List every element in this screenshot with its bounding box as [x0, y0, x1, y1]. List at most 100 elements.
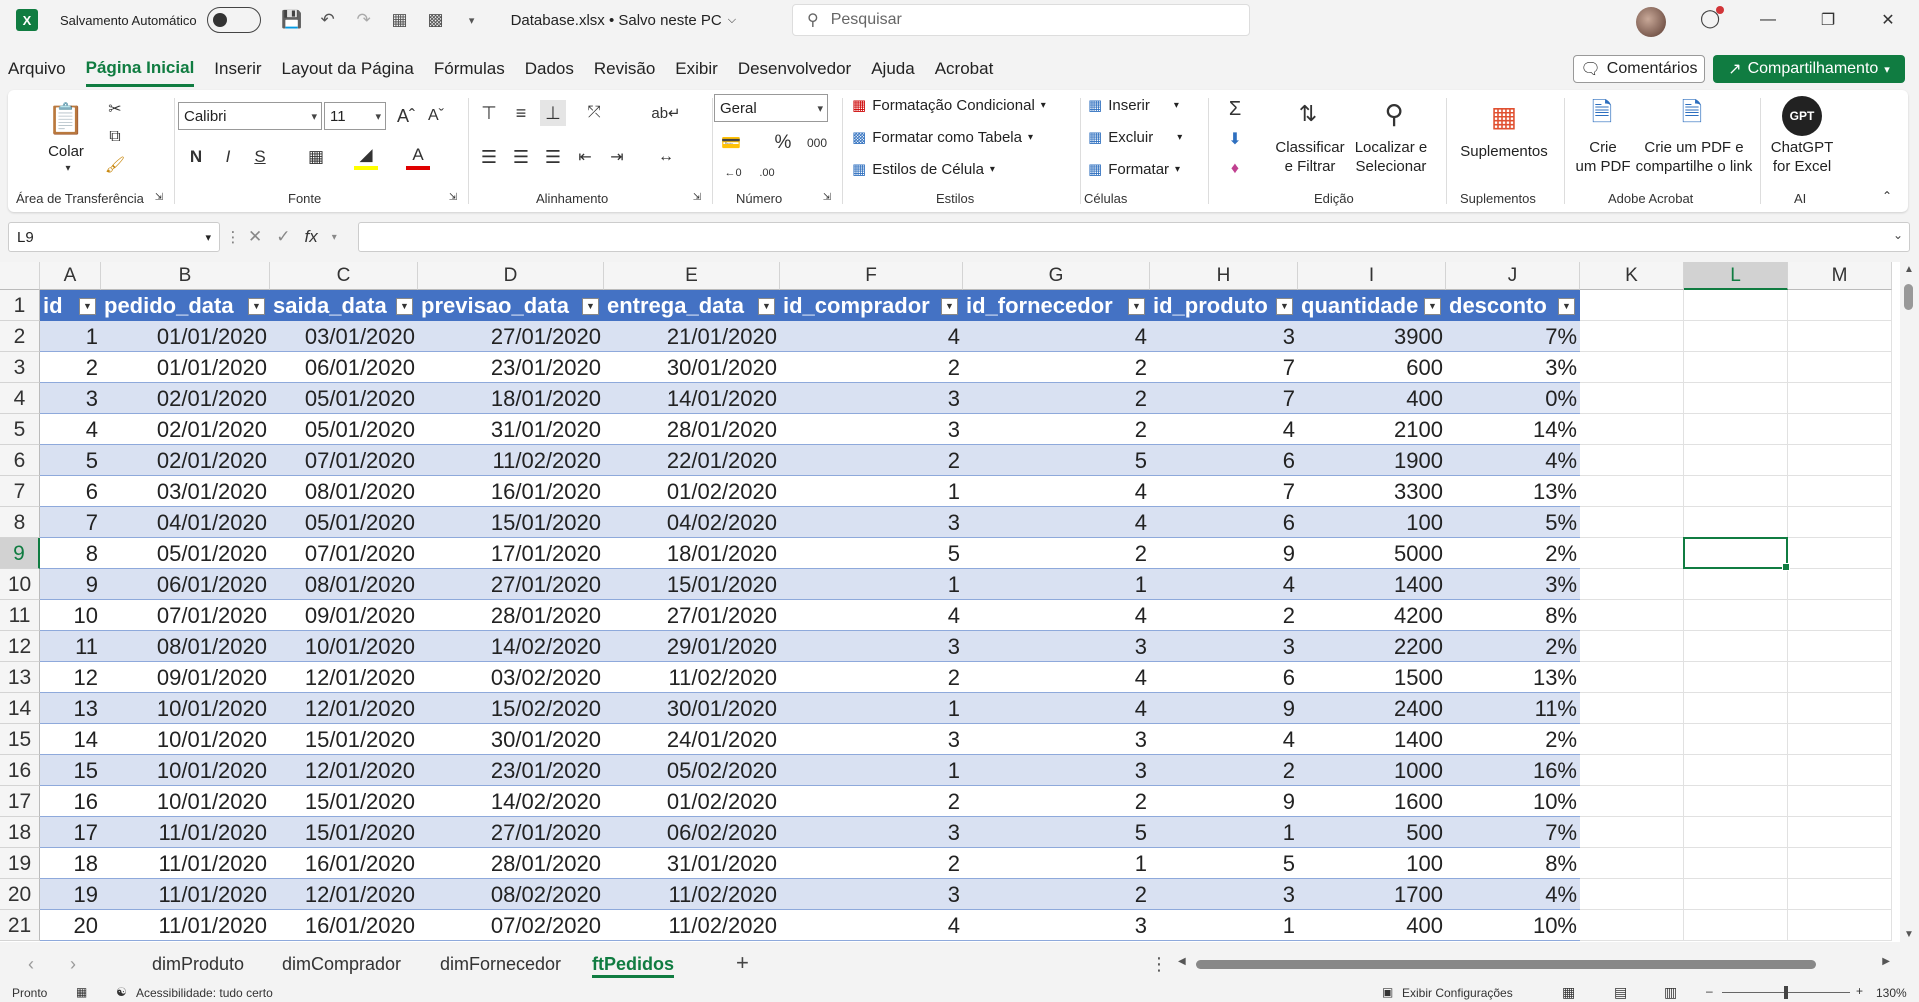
- table-cell[interactable]: 15/02/2020: [418, 693, 604, 724]
- table-cell[interactable]: 14/02/2020: [418, 631, 604, 662]
- row-header[interactable]: 5: [0, 414, 40, 445]
- table-cell[interactable]: 11/02/2020: [604, 879, 780, 910]
- table-cell[interactable]: 05/02/2020: [604, 755, 780, 786]
- align-center-icon[interactable]: ☰: [508, 144, 534, 170]
- align-right-icon[interactable]: ☰: [540, 144, 566, 170]
- table-cell[interactable]: 05/01/2020: [101, 538, 270, 569]
- table-cell[interactable]: 15/01/2020: [270, 786, 418, 817]
- table-cell[interactable]: 06/01/2020: [270, 352, 418, 383]
- table-cell[interactable]: 5: [1150, 848, 1298, 879]
- table-cell[interactable]: 16/01/2020: [270, 848, 418, 879]
- row-header[interactable]: 14: [0, 693, 40, 724]
- table-cell[interactable]: 11/01/2020: [101, 817, 270, 848]
- table-cell[interactable]: 27/01/2020: [604, 600, 780, 631]
- table-cell[interactable]: 100: [1298, 507, 1446, 538]
- zoom-slider[interactable]: [1722, 986, 1850, 999]
- filter-dropdown-icon[interactable]: ▼: [1128, 298, 1145, 315]
- tab-formulas[interactable]: Fórmulas: [434, 53, 505, 85]
- table-cell[interactable]: 3: [963, 631, 1150, 662]
- row-header[interactable]: 12: [0, 631, 40, 662]
- row-header[interactable]: 3: [0, 352, 40, 383]
- display-settings-icon[interactable]: ▣: [1382, 985, 1393, 999]
- tab-inserir[interactable]: Inserir: [214, 53, 261, 85]
- table-cell[interactable]: 6: [40, 476, 101, 507]
- table-cell[interactable]: 01/01/2020: [101, 352, 270, 383]
- dialog-launcher-icon[interactable]: ⇲: [690, 190, 704, 204]
- tab-layout[interactable]: Layout da Página: [282, 53, 414, 85]
- column-header-j[interactable]: J: [1446, 262, 1580, 290]
- table-cell[interactable]: 400: [1298, 383, 1446, 414]
- undo-icon[interactable]: ↶: [315, 7, 341, 33]
- table-cell[interactable]: 2: [780, 662, 963, 693]
- table-cell[interactable]: 4: [1150, 414, 1298, 445]
- avatar[interactable]: [1636, 7, 1666, 37]
- zoom-in-icon[interactable]: +: [1856, 984, 1863, 998]
- table-cell[interactable]: 27/01/2020: [418, 321, 604, 352]
- table-cell[interactable]: 9: [1150, 693, 1298, 724]
- table-cell[interactable]: 03/02/2020: [418, 662, 604, 693]
- table-cell[interactable]: 1: [40, 321, 101, 352]
- restore-button[interactable]: ❐: [1808, 6, 1848, 34]
- active-cell[interactable]: [1683, 537, 1790, 571]
- table-cell[interactable]: 2: [963, 352, 1150, 383]
- table-cell[interactable]: 5%: [1446, 507, 1580, 538]
- comments-button[interactable]: 🗨 Comentários: [1573, 55, 1705, 83]
- cut-icon[interactable]: ✂: [104, 98, 126, 120]
- number-format-combo[interactable]: Geral ▾: [714, 94, 828, 122]
- table-cell[interactable]: 9: [40, 569, 101, 600]
- table-cell[interactable]: 15/01/2020: [270, 817, 418, 848]
- column-header-g[interactable]: G: [963, 262, 1150, 290]
- dialog-launcher-icon[interactable]: ⇲: [446, 190, 460, 204]
- addins-label[interactable]: Suplementos: [1454, 142, 1554, 161]
- sheet-tab-dimcomprador[interactable]: dimComprador: [282, 950, 401, 978]
- filter-dropdown-icon[interactable]: ▼: [1558, 298, 1575, 315]
- table-header-cell[interactable]: id_produto ▼: [1150, 290, 1298, 321]
- table-cell[interactable]: 09/01/2020: [101, 662, 270, 693]
- table-header-cell[interactable]: id ▼: [40, 290, 101, 321]
- table-cell[interactable]: 3: [780, 631, 963, 662]
- table-header-cell[interactable]: saida_data ▼: [270, 290, 418, 321]
- tab-arquivo[interactable]: Arquivo: [8, 53, 66, 85]
- column-header-i[interactable]: I: [1298, 262, 1446, 290]
- sheet-tab-dimproduto[interactable]: dimProduto: [152, 950, 244, 978]
- table-cell[interactable]: 30/01/2020: [418, 724, 604, 755]
- table-cell[interactable]: 2100: [1298, 414, 1446, 445]
- table-cell[interactable]: 1900: [1298, 445, 1446, 476]
- table-cell[interactable]: 10%: [1446, 910, 1580, 941]
- vertical-scrollbar[interactable]: ▲ ▼: [1900, 262, 1919, 942]
- insert-function-button[interactable]: fx: [305, 227, 318, 247]
- table-cell[interactable]: 7%: [1446, 817, 1580, 848]
- table-cell[interactable]: 2%: [1446, 724, 1580, 755]
- increase-indent-icon[interactable]: ⇥: [604, 144, 630, 170]
- tab-exibir[interactable]: Exibir: [675, 53, 718, 85]
- font-size-combo[interactable]: 11 ▾: [324, 102, 386, 130]
- table-cell[interactable]: 10/01/2020: [101, 693, 270, 724]
- sheet-tab-dimfornecedor[interactable]: dimFornecedor: [440, 950, 561, 978]
- table-cell[interactable]: 28/01/2020: [418, 848, 604, 879]
- table-header-cell[interactable]: id_fornecedor ▼: [963, 290, 1150, 321]
- table-cell[interactable]: 2: [1150, 755, 1298, 786]
- save-icon[interactable]: 💾: [279, 7, 305, 33]
- tab-dados[interactable]: Dados: [525, 53, 574, 85]
- select-all-corner[interactable]: [0, 262, 40, 290]
- filter-dropdown-icon[interactable]: ▼: [582, 298, 599, 315]
- table-cell[interactable]: 15/01/2020: [270, 724, 418, 755]
- table-cell[interactable]: 1000: [1298, 755, 1446, 786]
- find-select-label[interactable]: Localizar e Selecionar: [1344, 138, 1438, 176]
- create-pdf-label[interactable]: Crie um PDF: [1568, 138, 1638, 176]
- table-cell[interactable]: 05/01/2020: [270, 383, 418, 414]
- tab-desenvolvedor[interactable]: Desenvolvedor: [738, 53, 851, 85]
- table-cell[interactable]: 31/01/2020: [604, 848, 780, 879]
- table-cell[interactable]: 4: [963, 693, 1150, 724]
- dialog-launcher-icon[interactable]: ⇲: [820, 190, 834, 204]
- table-cell[interactable]: 07/02/2020: [418, 910, 604, 941]
- table-cell[interactable]: 2: [780, 786, 963, 817]
- table-cell[interactable]: 3: [780, 414, 963, 445]
- collapse-ribbon-icon[interactable]: ⌃: [1878, 188, 1896, 204]
- table-cell[interactable]: 07/01/2020: [270, 445, 418, 476]
- table-cell[interactable]: 14%: [1446, 414, 1580, 445]
- more-options-icon[interactable]: ⋮: [1150, 954, 1168, 975]
- table-cell[interactable]: 5: [780, 538, 963, 569]
- table-cell[interactable]: 12/01/2020: [270, 879, 418, 910]
- column-header-m[interactable]: M: [1788, 262, 1892, 290]
